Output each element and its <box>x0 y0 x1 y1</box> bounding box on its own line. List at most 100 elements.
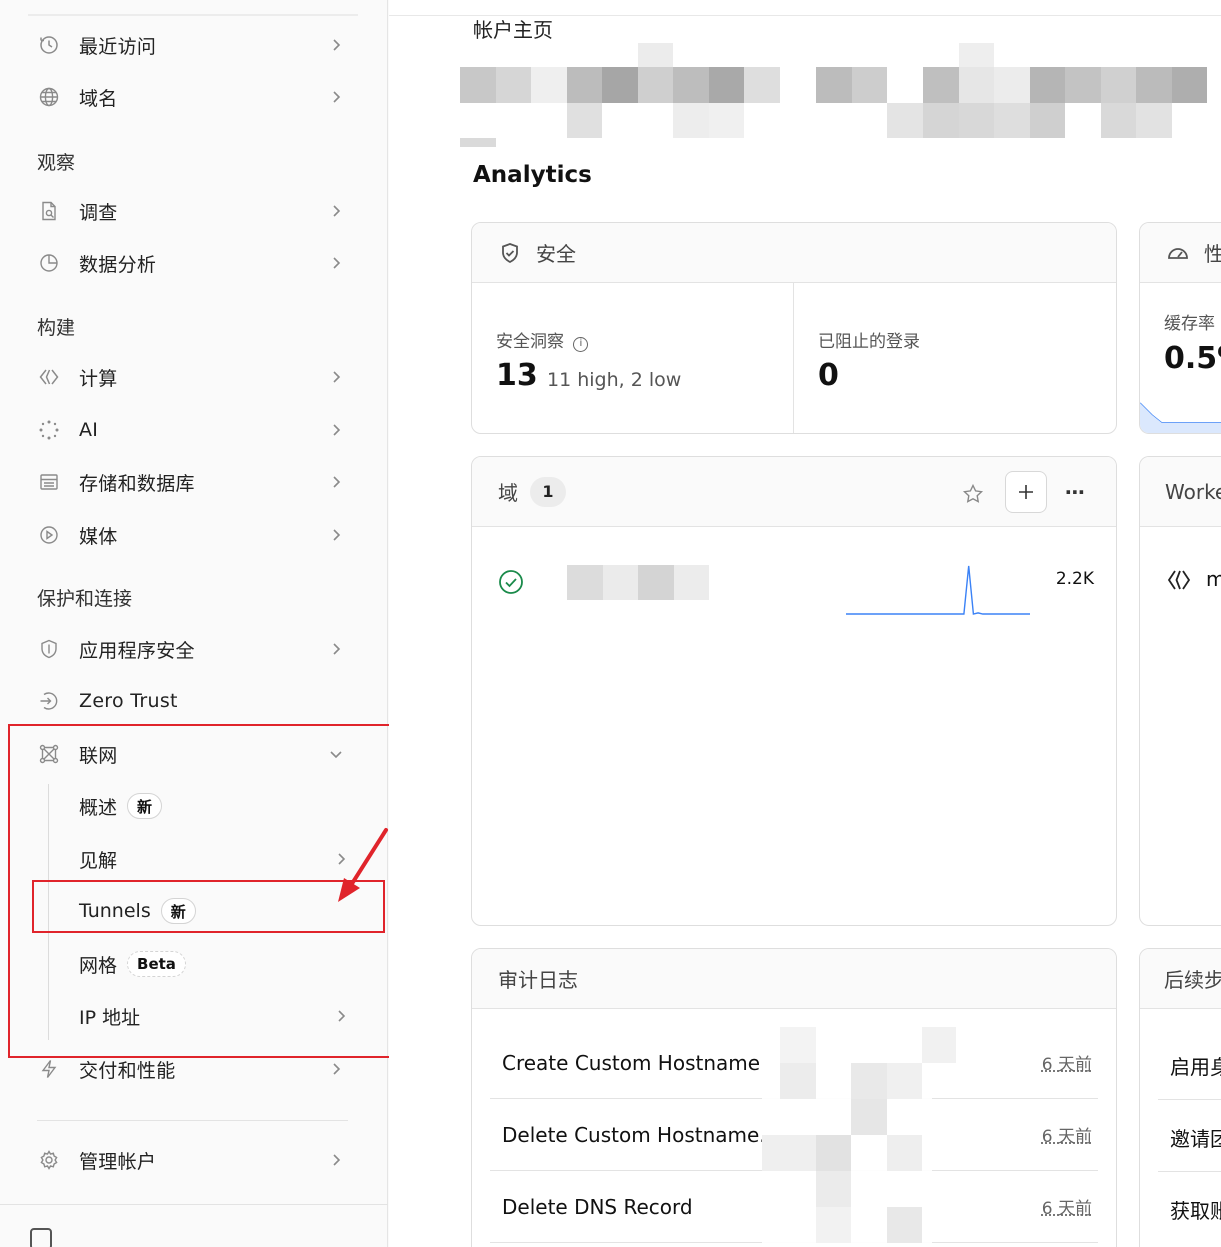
sidebar: 最近访问 域名 观察 调查 数据分析 构建 计算 AI 存储和数据库 媒体 保护… <box>0 0 388 1247</box>
sidebar-subitem-label: 概述 <box>79 796 118 819</box>
shield-check-icon <box>498 241 522 265</box>
main-content: 帐户主页 Analytics 安全 安全洞察 i 13 11 high, 2 l… <box>389 0 1221 1247</box>
sidebar-item-label: Zero Trust <box>79 690 178 712</box>
performance-card[interactable]: 性 缓存率 0.5% <box>1139 222 1221 434</box>
sidebar-item-label: 域名 <box>79 87 118 110</box>
sidebar-subitem-insights[interactable]: 见解 <box>79 839 359 879</box>
chevron-right-icon <box>338 1010 346 1022</box>
card-title: Worke <box>1165 479 1221 504</box>
card-title: 安全 <box>536 242 576 266</box>
sidebar-subitem-ip[interactable]: IP 地址 <box>79 996 359 1036</box>
sidebar-item-delivery[interactable]: 交付和性能 <box>28 1049 358 1089</box>
sidebar-item-domains[interactable]: 域名 <box>28 77 358 117</box>
next-step-item[interactable]: 邀请团 <box>1170 1123 1221 1152</box>
chevron-right-icon <box>333 1063 341 1075</box>
sidebar-subitem-tunnels[interactable]: Tunnels 新 <box>79 891 359 931</box>
sparkle-icon <box>38 419 60 441</box>
domain-count-badge: 1 <box>530 476 566 507</box>
section-title-build: 构建 <box>37 317 76 339</box>
card-title: 域 <box>498 481 518 505</box>
add-domain-button[interactable] <box>1005 471 1047 513</box>
sidebar-item-compute[interactable]: 计算 <box>28 357 358 397</box>
blocked-logins-label: 已阻止的登录 <box>818 332 920 352</box>
sidebar-item-label: 数据分析 <box>79 253 157 276</box>
sidebar-item-label: 存储和数据库 <box>79 472 195 495</box>
sidebar-item-appsec[interactable]: 应用程序安全 <box>28 629 358 669</box>
beta-badge: Beta <box>127 951 186 977</box>
sidebar-item-label: 应用程序安全 <box>79 639 195 662</box>
check-circle-icon <box>498 569 524 599</box>
card-title: 后续步 <box>1164 968 1221 992</box>
sidebar-subitem-label: 网格 <box>79 954 118 977</box>
gear-icon <box>38 1149 60 1171</box>
sidebar-divider <box>37 1120 348 1121</box>
sidebar-footer-divider <box>0 1204 388 1205</box>
audit-time[interactable]: 6 天前 <box>1042 1122 1092 1147</box>
sidebar-subitem-overview[interactable]: 概述 新 <box>79 786 359 826</box>
worker-name[interactable]: m <box>1206 567 1221 591</box>
domains-card[interactable]: 域 1 ⋯ 2.2K <box>471 456 1117 926</box>
audit-action: Delete DNS Record <box>502 1194 693 1219</box>
sidebar-item-media[interactable]: 媒体 <box>28 515 358 555</box>
section-heading-analytics: Analytics <box>473 162 592 188</box>
audit-action: Create Custom Hostname <box>502 1050 761 1075</box>
sidebar-item-storage[interactable]: 存储和数据库 <box>28 462 358 502</box>
security-insights-detail: 11 high, 2 low <box>547 369 682 391</box>
chevron-right-icon <box>333 476 341 488</box>
audit-time[interactable]: 6 天前 <box>1042 1194 1092 1219</box>
security-card[interactable]: 安全 安全洞察 i 13 11 high, 2 low 已阻止的登录 0 <box>471 222 1117 434</box>
code-diamond-icon <box>1166 567 1192 597</box>
workers-card[interactable]: Worke m <box>1139 456 1221 926</box>
sidebar-item-label: 计算 <box>79 367 118 390</box>
card-header: 审计日志 <box>472 949 1116 1009</box>
next-step-item[interactable]: 获取账 <box>1170 1195 1221 1224</box>
cache-sparkline <box>1140 402 1221 433</box>
card-header: 后续步 <box>1140 949 1221 1009</box>
security-insights-value: 13 <box>496 358 538 393</box>
sidebar-item-networking[interactable]: 联网 <box>28 734 358 774</box>
card-header: Worke <box>1140 457 1221 527</box>
speedometer-icon <box>1166 241 1190 265</box>
row-divider <box>1158 1099 1221 1100</box>
sidebar-item-label: 最近访问 <box>79 35 157 58</box>
cache-rate-value: 0.5% <box>1164 341 1221 376</box>
domain-traffic-sparkline <box>846 565 1030 615</box>
row-divider <box>1158 1171 1221 1172</box>
sidebar-item-ai[interactable]: AI <box>28 410 358 450</box>
sidebar-item-zerotrust[interactable]: Zero Trust <box>28 681 358 721</box>
sidebar-item-label: 管理帐户 <box>79 1150 157 1173</box>
card-title: 审计日志 <box>498 968 578 992</box>
star-icon[interactable] <box>958 479 988 509</box>
section-title-observe: 观察 <box>37 152 76 174</box>
sidebar-subitem-label: 见解 <box>79 849 118 872</box>
next-steps-card[interactable]: 后续步 启用身 邀请团 获取账 <box>1139 948 1221 1247</box>
chevron-right-icon <box>333 371 341 383</box>
section-title-protect: 保护和连接 <box>37 588 133 610</box>
next-step-item[interactable]: 启用身 <box>1170 1051 1221 1080</box>
card-title: 性 <box>1204 238 1221 267</box>
code-diamond-icon <box>38 366 60 388</box>
more-options-icon[interactable]: ⋯ <box>1060 477 1090 507</box>
blocked-logins-value: 0 <box>818 358 839 393</box>
sidebar-item-recent[interactable]: 最近访问 <box>28 25 358 65</box>
sidebar-item-label: 调查 <box>79 201 118 224</box>
document-search-icon <box>38 200 60 222</box>
sidebar-subitem-mesh[interactable]: 网格 Beta <box>79 944 359 984</box>
chevron-down-icon <box>330 751 342 759</box>
sidebar-item-manage-account[interactable]: 管理帐户 <box>28 1140 358 1180</box>
sidebar-collapse-icon[interactable] <box>30 1228 52 1247</box>
plus-icon <box>1019 485 1033 499</box>
sidebar-item-investigate[interactable]: 调查 <box>28 191 358 231</box>
sidebar-item-label: AI <box>79 419 99 441</box>
chevron-right-icon <box>333 205 341 217</box>
play-circle-icon <box>38 524 60 546</box>
audit-log-card[interactable]: 审计日志 Create Custom Hostname 6 天前 Delete … <box>471 948 1117 1247</box>
shield-icon <box>38 638 60 660</box>
chevron-right-icon <box>333 424 341 436</box>
sidebar-scroll-edge <box>28 14 358 16</box>
audit-time[interactable]: 6 天前 <box>1042 1050 1092 1075</box>
sidebar-subitem-label: IP 地址 <box>79 1006 141 1029</box>
sidebar-item-analytics[interactable]: 数据分析 <box>28 243 358 283</box>
info-icon[interactable]: i <box>573 337 589 352</box>
cache-rate-label: 缓存率 <box>1164 314 1215 334</box>
